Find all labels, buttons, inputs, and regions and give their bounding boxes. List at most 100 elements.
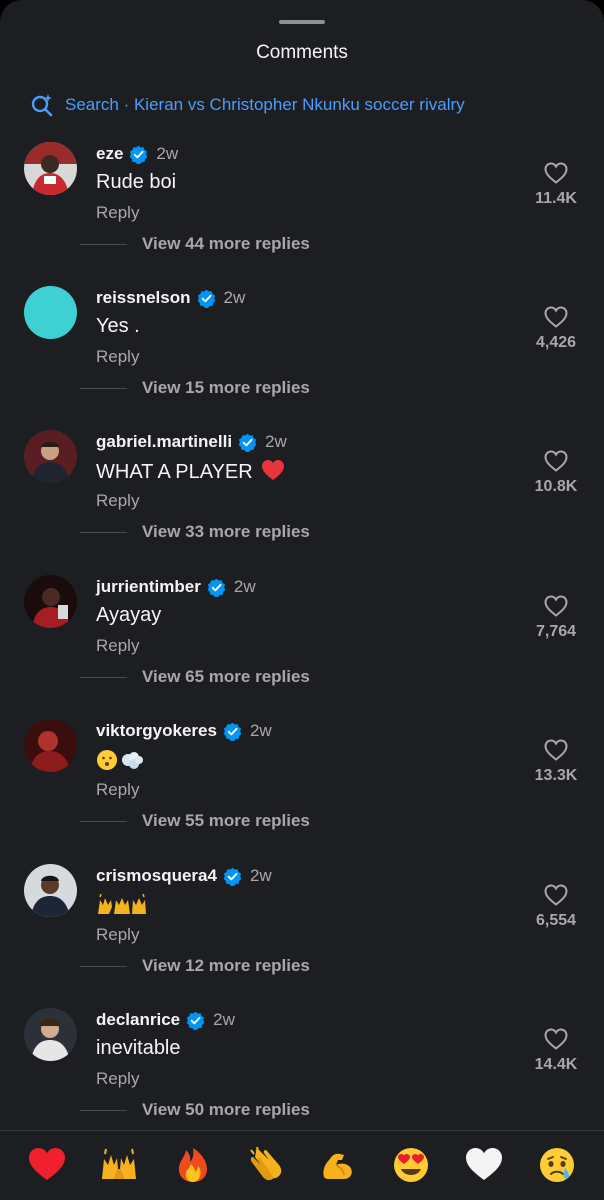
avatar[interactable] <box>24 142 77 195</box>
comment-header: declanrice 2w <box>96 1009 235 1031</box>
username[interactable]: reissnelson <box>96 288 191 308</box>
like-heart-icon[interactable] <box>544 162 568 184</box>
sheet-title: Comments <box>256 42 348 63</box>
like-heart-icon[interactable] <box>544 1028 568 1050</box>
verified-badge-icon <box>238 433 257 452</box>
like-count: 14.4K <box>534 1056 578 1073</box>
verified-badge-icon <box>223 867 242 886</box>
raising-hands-emoji <box>98 893 146 914</box>
like-count: 10.8K <box>534 478 578 495</box>
reply-button[interactable]: Reply <box>96 636 139 656</box>
clapping-hands-emoji[interactable] <box>245 1145 285 1185</box>
comment-time: 2w <box>223 288 246 307</box>
face-exhaling-emoji <box>97 750 143 770</box>
reply-button[interactable]: Reply <box>96 925 139 945</box>
username[interactable]: viktorgyokeres <box>96 721 217 741</box>
reply-button[interactable]: Reply <box>96 203 139 223</box>
like-group: 7,764 <box>526 595 586 641</box>
divider <box>80 1109 127 1111</box>
like-count: 13.3K <box>534 767 578 784</box>
avatar[interactable] <box>24 286 77 339</box>
view-more-replies-label: View 44 more replies <box>142 234 310 253</box>
comment-item: crismosquera4 2w Reply 6,554 View 12 mor… <box>0 864 604 994</box>
like-heart-icon[interactable] <box>544 306 568 328</box>
username[interactable]: declanrice <box>96 1010 180 1030</box>
comment-text: WHAT A PLAYER <box>96 459 285 484</box>
comment-time: 2w <box>213 1010 235 1029</box>
divider <box>80 387 127 389</box>
comment-item: eze 2w Rude boi Reply 11.4K View 44 more… <box>0 142 604 272</box>
divider <box>80 676 127 678</box>
red-heart-emoji[interactable] <box>27 1145 67 1185</box>
comment-item: reissnelson 2w Yes . Reply 4,426 View 15… <box>0 286 604 416</box>
view-more-replies-label: View 12 more replies <box>142 956 310 975</box>
comment-time: 2w <box>249 721 272 740</box>
search-suggestion[interactable]: Search · Kieran vs Christopher Nkunku so… <box>30 92 465 118</box>
verified-badge-icon <box>130 145 148 164</box>
view-more-replies[interactable]: View 65 more replies <box>80 666 310 688</box>
like-count: 6,554 <box>535 912 577 929</box>
view-more-replies[interactable]: View 50 more replies <box>80 1099 310 1121</box>
reply-button[interactable]: Reply <box>96 491 139 511</box>
drag-handle[interactable] <box>279 20 325 24</box>
comment-text <box>96 893 148 916</box>
comment-item: gabriel.martinelli 2w WHAT A PLAYER Repl… <box>0 430 604 560</box>
view-more-replies[interactable]: View 55 more replies <box>80 810 310 832</box>
comment-header: jurrientimber 2w <box>96 576 256 598</box>
comment-text: Rude boi <box>96 171 177 193</box>
divider <box>80 531 127 533</box>
username[interactable]: jurrientimber <box>96 577 201 597</box>
like-group: 14.4K <box>526 1028 586 1074</box>
view-more-replies[interactable]: View 12 more replies <box>80 955 310 977</box>
flexed-biceps-emoji[interactable] <box>318 1145 358 1185</box>
view-more-replies-label: View 65 more replies <box>142 667 310 686</box>
divider <box>80 965 127 967</box>
emoji-reaction-bar <box>0 1130 604 1200</box>
heart-eyes-emoji[interactable] <box>391 1145 431 1185</box>
view-more-replies[interactable]: View 15 more replies <box>80 377 310 399</box>
comment-item: viktorgyokeres 2w Reply 13.3K View 55 mo… <box>0 719 604 849</box>
avatar[interactable] <box>24 575 77 628</box>
comment-item: declanrice 2w inevitable Reply 14.4K Vie… <box>0 1008 604 1138</box>
divider <box>80 243 127 245</box>
like-group: 13.3K <box>526 739 586 785</box>
avatar[interactable] <box>24 1008 77 1061</box>
reply-button[interactable]: Reply <box>96 1069 139 1089</box>
raising-hands-emoji[interactable] <box>99 1145 139 1185</box>
view-more-replies[interactable]: View 33 more replies <box>80 521 310 543</box>
ai-search-icon <box>31 94 53 117</box>
comment-time: 2w <box>265 432 287 451</box>
comment-text: Yes . <box>96 315 140 337</box>
comments-sheet: Comments Search · Kieran vs Christopher … <box>0 0 604 1200</box>
username[interactable]: eze <box>96 144 123 164</box>
fire-emoji[interactable] <box>173 1145 213 1185</box>
avatar[interactable] <box>24 719 77 772</box>
white-heart-emoji[interactable] <box>464 1145 504 1185</box>
comment-text: Ayayay <box>96 604 162 626</box>
comment-text <box>96 748 144 772</box>
view-more-replies-label: View 33 more replies <box>142 522 310 541</box>
like-heart-icon[interactable] <box>544 739 568 761</box>
comment-header: eze 2w <box>96 143 178 165</box>
comment-text-body: WHAT A PLAYER <box>96 461 253 483</box>
avatar[interactable] <box>24 864 77 917</box>
username[interactable]: gabriel.martinelli <box>96 432 232 452</box>
reply-button[interactable]: Reply <box>96 347 139 367</box>
username[interactable]: crismosquera4 <box>96 866 217 886</box>
verified-badge-icon <box>207 578 226 597</box>
comment-header: crismosquera4 2w <box>96 865 272 887</box>
avatar[interactable] <box>24 430 77 483</box>
like-heart-icon[interactable] <box>544 595 568 617</box>
like-heart-icon[interactable] <box>544 884 568 906</box>
reply-button[interactable]: Reply <box>96 780 139 800</box>
divider <box>80 820 127 822</box>
like-heart-icon[interactable] <box>544 450 568 472</box>
crying-face-emoji[interactable] <box>537 1145 577 1185</box>
comment-time: 2w <box>156 144 179 163</box>
comment-time: 2w <box>233 577 256 596</box>
view-more-replies[interactable]: View 44 more replies <box>80 233 310 255</box>
verified-badge-icon <box>186 1011 205 1030</box>
like-group: 11.4K <box>526 162 586 208</box>
like-group: 4,426 <box>526 306 586 352</box>
comment-header: reissnelson 2w <box>96 287 245 309</box>
